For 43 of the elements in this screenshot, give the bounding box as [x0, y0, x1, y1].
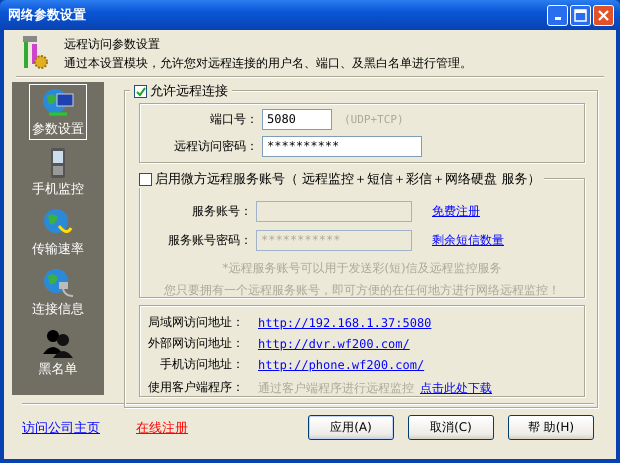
field-label: 使用客户端程序： [148, 378, 244, 396]
note-text: *远程服务账号可以用于发送彩(短)信及远程监控服务 [221, 261, 503, 275]
dialog-button[interactable]: 帮 助(H) [508, 415, 594, 440]
sidebar-item[interactable]: 连接信息 [29, 264, 87, 320]
password-field[interactable]: ********** [262, 136, 422, 157]
checkbox[interactable] [139, 172, 152, 186]
minimize-icon [554, 16, 560, 20]
link[interactable]: 剩余短信数量 [432, 232, 576, 249]
sidebar-item[interactable]: 传输速率 [29, 204, 87, 260]
description-text: 通过客户端程序进行远程监控 [258, 380, 414, 397]
field-label: 服务账号密码： [167, 232, 252, 249]
field-label: 服务账号： [191, 203, 252, 220]
dialog-button[interactable]: 取消(C) [408, 415, 494, 440]
url-link[interactable]: http://192.168.1.37:5080 [258, 316, 576, 330]
sidebar-item[interactable]: 黑名单 [29, 324, 87, 380]
url-link[interactable]: http://dvr.wf200.com/ [258, 336, 576, 350]
field-label: 局域网访问地址： [148, 314, 244, 331]
minimize-button[interactable] [547, 4, 568, 26]
close-button[interactable] [593, 4, 614, 26]
field-label: 手机访问地址： [159, 356, 244, 373]
input-field[interactable]: 5080 [262, 109, 332, 130]
sidebar-item[interactable]: 手机监控 [29, 144, 87, 200]
checkbox-label: 允许远程连接 [150, 83, 228, 100]
field-label: 远程访问密码： [173, 138, 258, 155]
maximize-button[interactable] [570, 4, 591, 26]
url-link[interactable]: http://phone.wf200.com/ [258, 358, 576, 372]
tools-icon [20, 34, 48, 72]
link[interactable]: 访问公司主页 [22, 418, 100, 436]
header-title: 远程访问参数设置 [64, 36, 161, 53]
field-label: 端口号： [209, 111, 258, 128]
download-link[interactable]: 点击此处下载 [420, 380, 492, 397]
hint-text: (UDP+TCP) [343, 113, 405, 126]
checkbox-label: 启用微方远程服务账号（ 远程监控＋短信＋彩信＋网络硬盘 服务） [155, 171, 540, 188]
note-text: 您只要拥有一个远程服务账号，即可方便的在任何地方进行网络远程监控！ [163, 283, 561, 297]
field-label: 外部网访问地址： [148, 335, 244, 352]
input-field[interactable] [256, 201, 412, 222]
link[interactable]: 免费注册 [432, 203, 576, 220]
checkbox[interactable] [134, 84, 147, 98]
window-title: 网络参数设置 [8, 7, 86, 24]
header-description: 通过本设置模块，允许您对远程连接的用户名、端口、及黑白名单进行管理。 [64, 55, 472, 72]
globe-cable-icon [41, 266, 75, 300]
sidebar-item[interactable]: 参数设置 [29, 84, 87, 140]
dialog-button[interactable]: 应用(A) [308, 415, 394, 440]
